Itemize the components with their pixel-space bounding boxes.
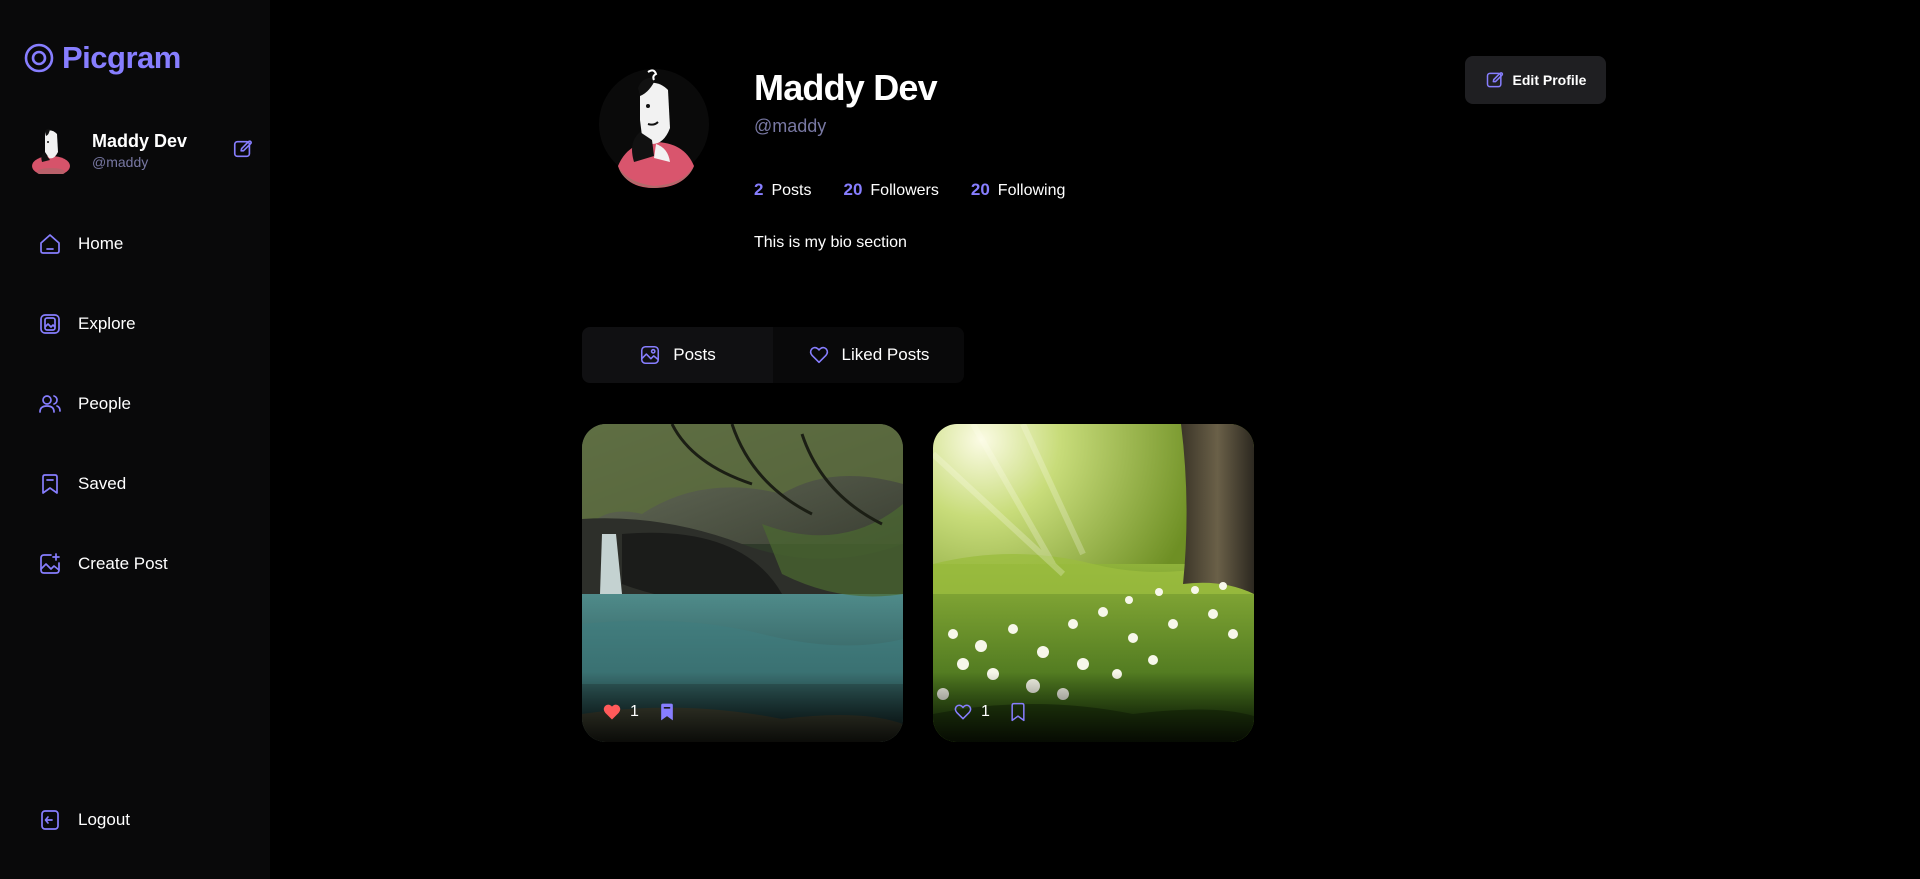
profile-avatar	[598, 66, 710, 188]
edit-icon[interactable]	[232, 138, 254, 160]
sidebar-item-home[interactable]: Home	[24, 220, 246, 268]
sidebar: Picgram Maddy Dev @maddy Home Explore Pe…	[0, 0, 270, 879]
post-card[interactable]: 1	[582, 424, 903, 742]
stat-value: 2	[754, 180, 764, 199]
tab-posts[interactable]: Posts	[582, 327, 773, 383]
home-icon	[40, 234, 60, 254]
heart-icon	[809, 346, 828, 364]
like-icon[interactable]	[953, 702, 973, 722]
stat-label: Followers	[870, 182, 939, 199]
create-post-icon	[40, 553, 60, 574]
app-name: Picgram	[62, 40, 181, 75]
sidebar-profile[interactable]: Maddy Dev @maddy	[32, 124, 254, 176]
sidebar-user-handle: @maddy	[92, 153, 149, 170]
bookmark-icon[interactable]	[657, 702, 677, 722]
sidebar-item-label: Create Post	[78, 554, 168, 573]
profile-tabs: Posts Liked Posts	[582, 327, 964, 383]
avatar	[32, 126, 70, 176]
like-count: 1	[981, 703, 990, 720]
sidebar-item-label: Saved	[78, 474, 127, 493]
stat-followers: 20 Followers	[843, 180, 938, 200]
bookmark-icon	[42, 474, 58, 494]
people-icon	[39, 395, 61, 413]
stat-label: Posts	[771, 182, 812, 199]
profile-stats: 2 Posts 20 Followers 20 Following	[754, 180, 1065, 200]
logout-icon	[41, 810, 59, 830]
like-count: 1	[630, 703, 639, 720]
edit-profile-label: Edit Profile	[1512, 72, 1587, 88]
stat-value: 20	[970, 180, 990, 199]
stat-posts: 2 Posts	[754, 180, 811, 200]
explore-icon	[40, 314, 60, 334]
sidebar-user-name: Maddy Dev	[92, 130, 188, 151]
sidebar-item-saved[interactable]: Saved	[24, 460, 246, 508]
logo-icon	[24, 43, 54, 73]
profile-handle: @maddy	[754, 116, 827, 136]
posts-grid: 1 1	[582, 424, 1254, 742]
posts-icon	[641, 345, 660, 365]
profile-name: Maddy Dev	[754, 67, 938, 108]
app-logo[interactable]: Picgram	[24, 40, 181, 76]
post-actions: 1	[953, 702, 1028, 722]
sidebar-item-label: Home	[78, 234, 124, 253]
logout-label: Logout	[78, 810, 130, 829]
stat-value: 20	[843, 180, 863, 199]
sidebar-item-explore[interactable]: Explore	[24, 300, 246, 348]
bookmark-icon[interactable]	[1008, 702, 1028, 722]
sidebar-item-label: People	[78, 394, 131, 413]
edit-profile-button[interactable]: Edit Profile	[1465, 56, 1606, 104]
stat-label: Following	[997, 182, 1066, 199]
sidebar-nav: Home Explore People Saved Create Post	[24, 220, 246, 620]
like-icon[interactable]	[602, 702, 622, 722]
edit-icon	[1486, 72, 1503, 88]
post-actions: 1	[602, 702, 677, 722]
logout-button[interactable]: Logout	[24, 796, 246, 844]
tab-liked-posts[interactable]: Liked Posts	[773, 327, 964, 383]
stat-following: 20 Following	[971, 180, 1066, 200]
profile-bio: This is my bio section	[754, 234, 907, 251]
post-card[interactable]: 1	[933, 424, 1254, 742]
sidebar-item-label: Explore	[78, 314, 136, 333]
tab-label: Posts	[673, 345, 716, 364]
sidebar-item-people[interactable]: People	[24, 380, 246, 428]
sidebar-item-create-post[interactable]: Create Post	[24, 540, 246, 588]
tab-label: Liked Posts	[841, 345, 930, 364]
